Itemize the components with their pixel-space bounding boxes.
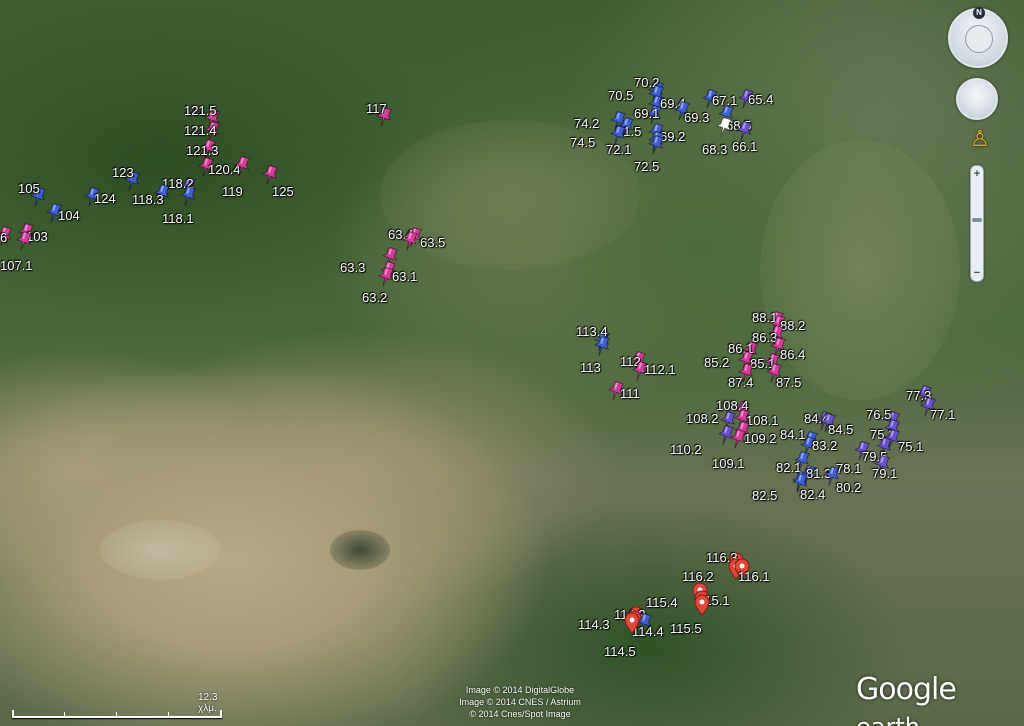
map-pin-label[interactable]: 74.5	[570, 136, 595, 150]
logo-earth-text: earth	[856, 713, 920, 726]
map-pin-label[interactable]: 113	[580, 361, 601, 375]
map-pin-label[interactable]: 63.2	[362, 291, 387, 305]
map-pin-label[interactable]: 79.1	[872, 467, 897, 481]
map-pin-pink[interactable]	[233, 155, 251, 177]
map-pin-label[interactable]: 63.1	[392, 270, 417, 284]
logo-google-text: Google	[856, 672, 957, 707]
map-pin-label[interactable]: 82.5	[752, 489, 777, 503]
map-pin-label[interactable]: 83.2	[812, 439, 837, 453]
map-pin-label[interactable]: 86.4	[780, 348, 805, 362]
map-pin-label[interactable]: 70.5	[608, 89, 633, 103]
map-pin-label[interactable]: 118.1	[162, 212, 194, 226]
scale-bar-line	[12, 710, 222, 718]
scale-bar: 12.3 χλμ.	[12, 692, 222, 720]
map-pin-label[interactable]: 104	[58, 209, 80, 223]
map-pin-label[interactable]: 116.1	[738, 570, 770, 584]
compass-north-label: N	[973, 7, 985, 19]
google-earth-logo: Google earth	[856, 672, 1024, 726]
map-pin-label[interactable]: 121.5	[184, 104, 217, 118]
map-pin-label[interactable]: 111	[620, 387, 640, 401]
compass-icon[interactable]: N	[948, 7, 1008, 68]
map-pin-label[interactable]: 124	[94, 192, 116, 206]
compass-center[interactable]	[965, 25, 993, 53]
map-pin-label[interactable]: 63.3	[340, 261, 365, 275]
attribution-line: Image © 2014 DigitalGlobe	[465, 685, 575, 695]
map-pin-pink[interactable]	[401, 230, 419, 252]
map-pin-label[interactable]: 84.5	[828, 423, 853, 437]
map-pin-label[interactable]: 68.3	[702, 143, 727, 157]
map-pin-label[interactable]: 65.4	[748, 93, 773, 107]
map-pin-label[interactable]: 72.1	[606, 143, 631, 157]
map-pin-blue[interactable]	[593, 335, 611, 357]
map-pin-label[interactable]: 119	[222, 185, 243, 199]
zoom-out-button[interactable]: −	[971, 267, 983, 279]
attribution-line: Image © 2014 CNES / Astrium	[459, 697, 581, 707]
map-pin-label[interactable]: 125	[272, 185, 294, 199]
map-pin-white[interactable]	[715, 116, 733, 138]
map-pin-label[interactable]: 121.4	[184, 124, 217, 138]
map-pin-label[interactable]: 109.1	[712, 457, 745, 471]
map-pin-pink[interactable]	[15, 230, 33, 252]
map-pin-red[interactable]	[693, 594, 711, 616]
map-pin-label[interactable]: 114.5	[604, 645, 636, 659]
map-pin-label[interactable]: 105	[18, 182, 40, 196]
map-pin-label[interactable]: 110.2	[670, 443, 702, 457]
map-pin-label[interactable]: 114.3	[578, 618, 610, 632]
map-pin-label[interactable]: 123	[112, 166, 134, 180]
look-joystick-icon[interactable]	[956, 78, 998, 120]
map-pin-label[interactable]: 69.3	[684, 111, 709, 125]
map-pin-label[interactable]: 112.1	[644, 363, 676, 377]
map-pin-label[interactable]: 78.1	[836, 462, 861, 476]
navigation-controls: N ♙ + −	[944, 0, 1024, 300]
terrain-shading	[330, 530, 390, 570]
map-pin-blue[interactable]	[179, 185, 197, 207]
zoom-slider-thumb[interactable]	[972, 218, 982, 222]
zoom-in-button[interactable]: +	[971, 168, 983, 180]
map-pin-label[interactable]: 75.1	[898, 440, 923, 454]
map-pin-label[interactable]: 107.1	[0, 259, 33, 273]
zoom-slider[interactable]: + −	[970, 165, 984, 282]
map-pin-label[interactable]: 115.5	[670, 622, 702, 636]
attribution-line: © 2014 Cnes/Spot Image	[469, 709, 571, 719]
map-pin-blue[interactable]	[647, 134, 665, 156]
map-pin-label[interactable]: 82.4	[800, 488, 825, 502]
scale-bar-tick	[168, 712, 169, 718]
map-pin-label[interactable]: 80.2	[836, 481, 861, 495]
street-view-pegman-icon[interactable]: ♙	[970, 128, 990, 150]
map-pin-label[interactable]: 87.5	[776, 376, 801, 390]
map-pin-label[interactable]: 117	[366, 102, 387, 116]
map-pin-label[interactable]: 72.5	[634, 160, 659, 174]
satellite-map[interactable]: 121.5 121.4 121.3 120.4 119 125 123 118.2 118.3 1…	[0, 0, 1024, 726]
scale-bar-tick	[116, 712, 117, 718]
map-pin-label[interactable]: 66.1	[732, 140, 757, 154]
map-pin-label[interactable]: 77.1	[930, 408, 955, 422]
imagery-attribution: Image © 2014 DigitalGlobe Image © 2014 C…	[440, 684, 600, 720]
terrain-shading	[100, 520, 220, 580]
map-pin-label[interactable]: 85.2	[704, 356, 729, 370]
map-pin-label[interactable]: 63.5	[420, 236, 445, 250]
map-pin-label[interactable]: 118.3	[132, 193, 164, 207]
map-pin-pink[interactable]	[729, 428, 747, 450]
map-pin-pink[interactable]	[261, 164, 279, 186]
map-pin-label[interactable]: 74.2	[574, 117, 599, 131]
map-pin-label[interactable]: 115.4	[646, 596, 678, 610]
map-pin-label[interactable]: 69.1	[634, 107, 659, 121]
map-pin-label[interactable]: 87.4	[728, 376, 753, 390]
map-pin-label[interactable]: 6	[0, 231, 7, 245]
map-pin-label[interactable]: 108.2	[686, 412, 719, 426]
map-pin-red[interactable]	[623, 612, 641, 634]
map-pin-pink[interactable]	[377, 266, 395, 288]
map-pin-label[interactable]: 109.2	[744, 432, 777, 446]
scale-bar-tick	[64, 712, 65, 718]
